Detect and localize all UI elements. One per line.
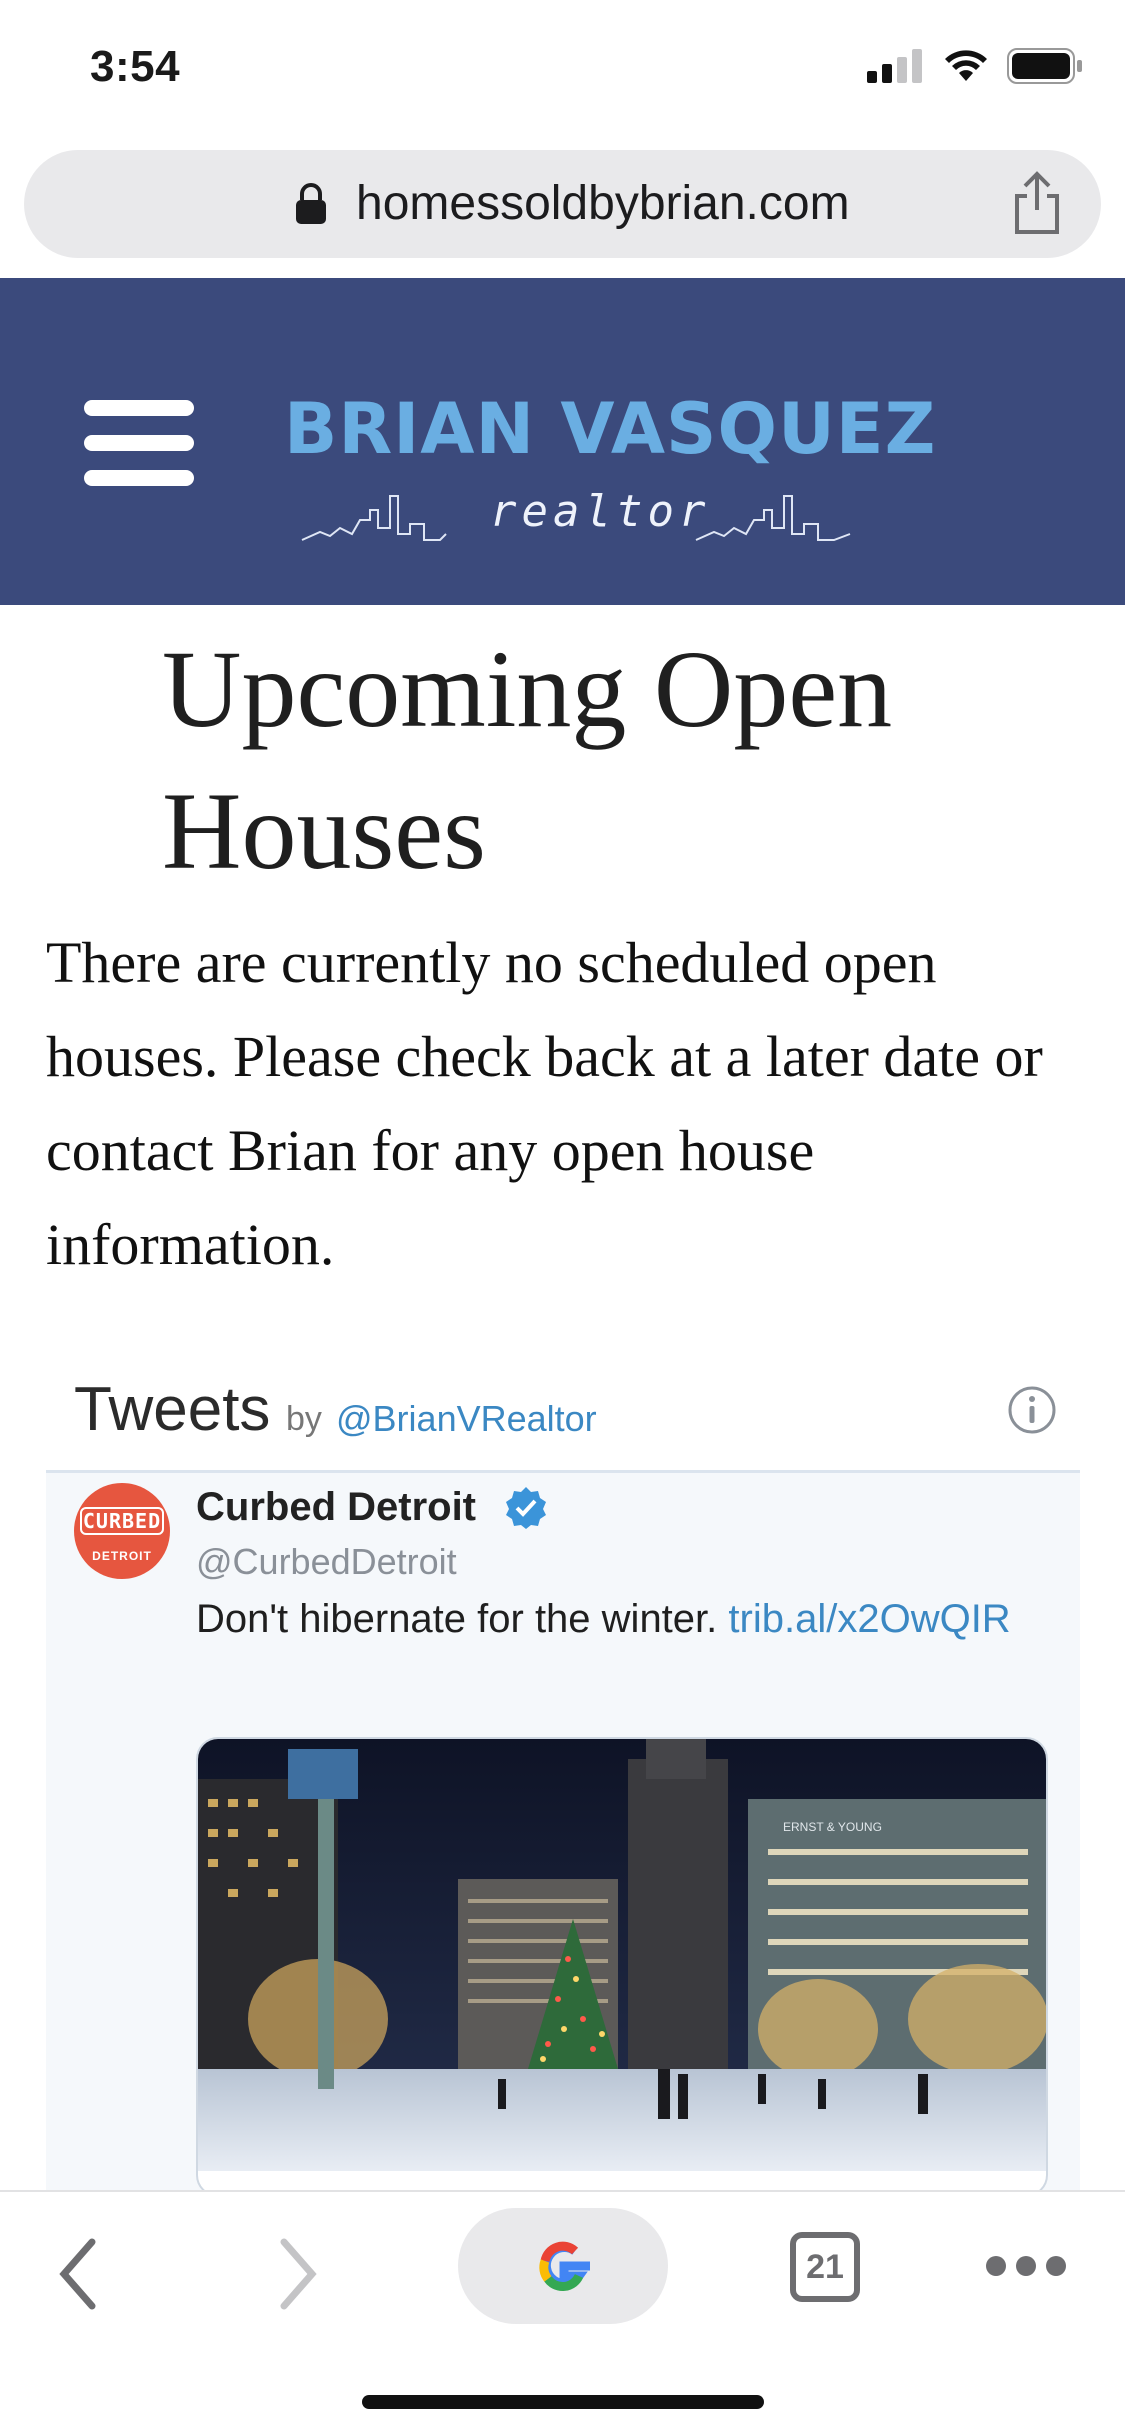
- tweet-body: Don't hibernate for the winter.: [196, 1597, 718, 1641]
- address-bar[interactable]: homessoldbybrian.com: [24, 150, 1101, 258]
- share-icon[interactable]: [1011, 170, 1063, 236]
- verified-badge-icon: [506, 1487, 546, 1529]
- tweet-media-card[interactable]: ERNST & YOUNG: [196, 1737, 1048, 2197]
- status-bar: 3:54: [0, 0, 1125, 140]
- intro-text: There are currently no scheduled open ho…: [46, 930, 1043, 1277]
- status-icons: [867, 48, 1083, 84]
- back-icon[interactable]: [54, 2234, 104, 2314]
- image-sign-text: ERNST & YOUNG: [783, 1820, 882, 1834]
- twitter-widget-title: Tweets: [74, 1375, 271, 1444]
- lock-icon: [296, 183, 326, 224]
- tab-switcher-button[interactable]: 21: [790, 2232, 860, 2302]
- forward-icon[interactable]: [272, 2234, 322, 2314]
- tweet-text: Don't hibernate for the winter. trib.al/…: [196, 1597, 1011, 1642]
- logo-skyline: realtor: [300, 480, 860, 550]
- google-icon: [539, 2241, 590, 2291]
- avatar-text-bottom: DETROIT: [92, 1549, 152, 1563]
- battery-icon: [1007, 48, 1082, 84]
- twitter-widget-by: by: [286, 1400, 322, 1438]
- status-time: 3:54: [90, 42, 181, 91]
- twitter-widget-header: Tweets by @BrianVRealtor: [46, 1360, 1080, 1470]
- wifi-icon: [945, 50, 987, 81]
- info-icon[interactable]: [1006, 1384, 1058, 1436]
- tweet-link[interactable]: trib.al/x2OwQIR: [728, 1597, 1010, 1641]
- tweet[interactable]: CURBED DETROIT Curbed Detroit @CurbedDet…: [46, 1470, 1080, 2197]
- skyline-left-icon: [301, 495, 447, 541]
- tweet-image[interactable]: ERNST & YOUNG: [198, 1739, 1048, 2171]
- menu-icon[interactable]: [84, 400, 194, 486]
- twitter-widget-handle-link[interactable]: @BrianVRealtor: [336, 1398, 597, 1440]
- home-indicator[interactable]: [362, 2395, 764, 2409]
- avatar-text-top: CURBED: [80, 1507, 164, 1535]
- avatar[interactable]: CURBED DETROIT: [74, 1483, 170, 1579]
- logo-name[interactable]: BRIAN VASQUEZ: [284, 388, 936, 470]
- tweet-author-name[interactable]: Curbed Detroit: [196, 1485, 476, 1530]
- more-icon[interactable]: [986, 2256, 1066, 2276]
- url-text[interactable]: homessoldbybrian.com: [356, 176, 850, 231]
- skyline-right-icon: [695, 495, 851, 541]
- google-search-button[interactable]: [458, 2208, 668, 2324]
- tweet-author-handle[interactable]: @CurbedDetroit: [196, 1541, 457, 1583]
- page-title: Upcoming Open Houses: [162, 628, 893, 892]
- cellular-signal-icon: [867, 49, 922, 83]
- logo-subtitle: realtor: [490, 486, 711, 537]
